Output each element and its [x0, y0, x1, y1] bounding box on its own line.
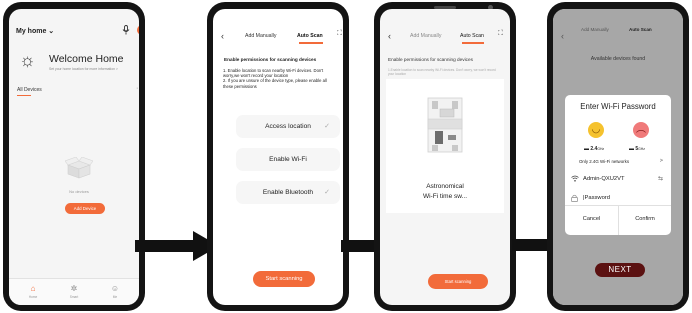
empty-box-icon [64, 156, 94, 179]
start-scanning-button[interactable]: Start scanning [253, 271, 315, 287]
enable-bluetooth-option[interactable]: Enable Bluetooth ✓ [236, 181, 340, 204]
band-24-label: ▬ 2.4GHz [584, 146, 604, 152]
tab-smart-label: Smart [69, 295, 79, 299]
next-button[interactable]: NEXT [595, 263, 645, 277]
dialog-title: Enter Wi-Fi Password [580, 102, 656, 111]
permission-line-1: 1. Enable location to scan nearby Wi-Fi … [223, 68, 324, 79]
din-rail-switch-image [422, 95, 468, 155]
phone-frame-4: ‹ Add Manually Auto Scan Available devic… [547, 2, 689, 311]
check-icon: ✓ [324, 189, 330, 196]
permissions-title: Enable permissions for scanning devices [224, 57, 317, 62]
chevron-right-icon[interactable]: > [660, 158, 663, 164]
tab-home[interactable]: ⌂ Home [23, 284, 43, 299]
device-name-line-2: Wi-Fi time sw... [422, 193, 468, 200]
tab-home-label: Home [28, 295, 38, 299]
mic-icon[interactable] [122, 25, 130, 35]
back-icon[interactable]: ‹ [561, 31, 564, 41]
phone-frame-1: My home ⌄ + ☼ Welcome Home Set your home… [3, 2, 145, 311]
add-device-button[interactable]: Add Device [65, 203, 105, 214]
scan-icon[interactable]: ⛶ [498, 30, 503, 38]
tab-underline [462, 42, 484, 44]
back-icon[interactable]: ‹ [221, 31, 224, 41]
back-icon[interactable]: ‹ [388, 31, 391, 41]
happy-face-icon: ◡ [588, 122, 604, 138]
access-location-option[interactable]: Access location ✓ [236, 115, 340, 138]
bottom-tab-bar: ⌂ Home ✲ Smart ☺ Me [9, 278, 139, 305]
tab-auto-scan[interactable]: Auto Scan [460, 33, 484, 39]
confirm-button[interactable]: Confirm [619, 216, 671, 222]
wifi-icon [571, 175, 579, 184]
no-devices-text: No devices [69, 189, 89, 194]
band-5-unit: GHz [638, 147, 645, 151]
welcome-subtitle[interactable]: Set your home location for more informat… [49, 67, 118, 71]
tab-auto-scan[interactable]: Auto Scan [629, 27, 652, 32]
enable-wifi-option[interactable]: Enable Wi-Fi [236, 148, 340, 171]
tab-me[interactable]: ☺ Me [105, 284, 125, 299]
tab-underline [299, 42, 323, 44]
only-24-note: Only 2.4G Wi-Fi networks [579, 159, 630, 164]
sun-icon: ☼ [19, 50, 36, 70]
more-icon[interactable]: ··· [136, 85, 139, 92]
scan-icon[interactable]: ⛶ [337, 30, 342, 38]
me-icon: ☺ [110, 284, 120, 293]
tab-underline [17, 95, 31, 96]
welcome-title: Welcome Home [49, 53, 124, 65]
band-24-unit: GHz [597, 147, 605, 151]
check-icon: ✓ [324, 123, 330, 130]
tab-me-label: Me [112, 295, 118, 299]
smart-icon: ✲ [70, 284, 78, 293]
ssid-field[interactable]: Admin-QXU2VT [583, 176, 625, 182]
found-device-card[interactable]: Astronomical Wi-Fi time sw... [386, 79, 504, 213]
tab-add-manually[interactable]: Add Manually [410, 33, 441, 39]
start-scanning-button[interactable]: Start scanning [428, 274, 488, 289]
scan-result-screen: ‹ Add Manually Auto Scan ⛶ Enable permis… [380, 9, 510, 305]
permissions-title: Enable permissions for scanning devices [388, 57, 473, 62]
permissions-body: 1.Enable location to scan nearby Wi-Fi d… [388, 68, 496, 77]
wifi-password-screen: ‹ Add Manually Auto Scan Available devic… [553, 9, 683, 305]
permissions-screen: ‹ Add Manually Auto Scan ⛶ Enable permis… [213, 9, 343, 305]
tab-auto-scan[interactable]: Auto Scan [297, 33, 323, 39]
permission-line-2: 2. If you are unsure of the device type,… [223, 78, 327, 89]
home-screen: My home ⌄ + ☼ Welcome Home Set your home… [9, 9, 139, 305]
password-input[interactable]: |Password [583, 195, 610, 201]
device-name-line-1: Astronomical [426, 183, 464, 190]
swap-icon[interactable]: ⇆ [658, 175, 663, 182]
tab-add-manually[interactable]: Add Manually [245, 33, 276, 39]
cancel-button[interactable]: Cancel [565, 216, 618, 222]
tab-smart[interactable]: ✲ Smart [64, 284, 84, 299]
option-label: Enable Wi-Fi [269, 156, 307, 163]
all-devices-tab[interactable]: All Devices [17, 87, 42, 93]
plus-icon[interactable]: + [137, 25, 139, 35]
sad-face-icon: ︵ [633, 122, 649, 138]
tab-add-manually[interactable]: Add Manually [581, 27, 609, 32]
band-5-label: ▬ 5GHz [629, 146, 645, 152]
arrow-shaft [512, 239, 550, 251]
lock-icon [571, 194, 578, 204]
arrow-shaft [135, 240, 195, 252]
home-icon: ⌂ [30, 284, 36, 293]
phone-frame-3: ‹ Add Manually Auto Scan ⛶ Enable permis… [374, 2, 516, 311]
home-selector[interactable]: My home ⌄ [16, 27, 54, 35]
phone-frame-2: ‹ Add Manually Auto Scan ⛶ Enable permis… [207, 2, 349, 311]
permissions-body: 1. Enable location to scan nearby Wi-Fi … [223, 68, 337, 89]
wifi-password-dialog: Enter Wi-Fi Password ◡ ︵ ▬ 2.4GHz ▬ 5GHz… [565, 95, 671, 235]
available-devices-text: Available devices found [590, 56, 646, 62]
